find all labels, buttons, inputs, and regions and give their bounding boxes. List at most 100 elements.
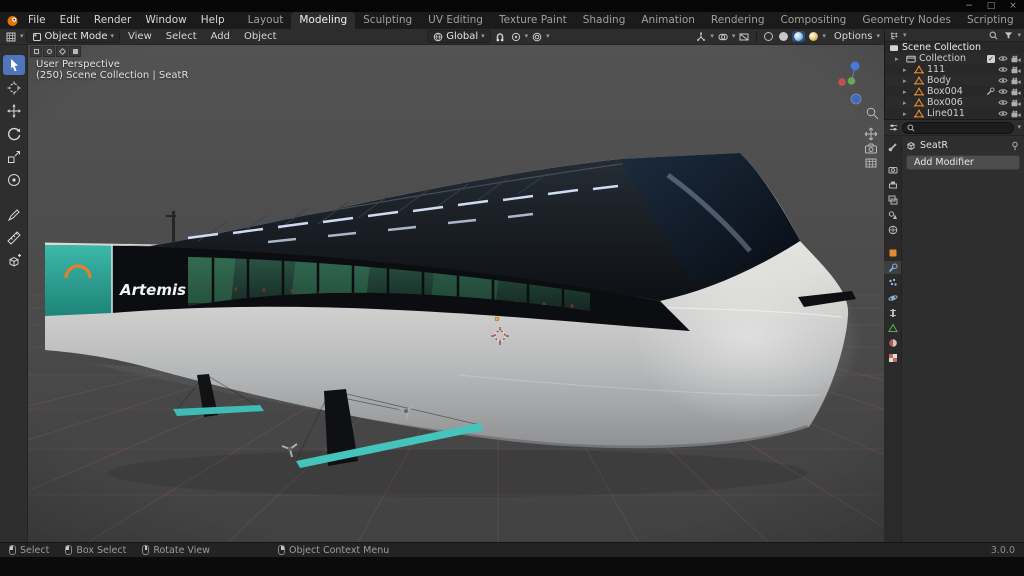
- tab-layout[interactable]: Layout: [240, 12, 292, 29]
- properties-search-field[interactable]: [902, 122, 1014, 134]
- tab-compositing[interactable]: Compositing: [773, 12, 855, 29]
- shading-wireframe-icon[interactable]: [762, 31, 775, 42]
- expand-arrow-icon[interactable]: ▸: [903, 88, 910, 96]
- tab-constraints-icon[interactable]: [884, 306, 901, 319]
- mode-dropdown[interactable]: Object Mode ▾: [26, 30, 121, 43]
- transform-orientation-dropdown[interactable]: Global ▾: [427, 30, 490, 43]
- menu-view[interactable]: View: [122, 31, 158, 42]
- menu-render[interactable]: Render: [87, 12, 138, 29]
- expand-arrow-icon[interactable]: ▸: [895, 55, 902, 63]
- tab-animation[interactable]: Animation: [633, 12, 703, 29]
- tab-tool-icon[interactable]: [884, 140, 901, 153]
- tool-rotate[interactable]: [3, 124, 25, 144]
- add-modifier-button[interactable]: Add Modifier: [906, 155, 1020, 170]
- tool-transform[interactable]: [3, 170, 25, 190]
- outliner-row-scene-collection[interactable]: Scene Collection: [885, 42, 1024, 53]
- outliner-row-object[interactable]: ▸ Box006: [885, 97, 1024, 108]
- outliner-editor-icon[interactable]: [888, 30, 900, 41]
- tab-physics-icon[interactable]: [884, 291, 901, 304]
- menu-edit[interactable]: Edit: [53, 12, 87, 29]
- tab-sculpting[interactable]: Sculpting: [355, 12, 420, 29]
- expand-arrow-icon[interactable]: ▸: [903, 77, 910, 85]
- tab-scripting[interactable]: Scripting: [959, 12, 1022, 29]
- tool-cursor[interactable]: [3, 78, 25, 98]
- tool-tweak-select[interactable]: [3, 55, 25, 75]
- shading-rendered-icon[interactable]: [807, 31, 820, 42]
- camera-visibility-icon[interactable]: [1011, 110, 1021, 118]
- outliner-row-collection[interactable]: ▸ Collection ✓: [885, 53, 1024, 64]
- outliner-row-object[interactable]: ▸ Box004: [885, 86, 1024, 97]
- viewport-canvas[interactable]: Artemis: [28, 45, 884, 542]
- tab-texture-paint[interactable]: Texture Paint: [491, 12, 575, 29]
- camera-visibility-icon[interactable]: [1011, 77, 1021, 85]
- expand-arrow-icon[interactable]: ▸: [903, 99, 910, 107]
- tab-world-icon[interactable]: [884, 223, 901, 236]
- hide-eye-icon[interactable]: [998, 77, 1008, 84]
- menu-window[interactable]: Window: [138, 12, 193, 29]
- outliner-row-object[interactable]: ▸ Line011: [885, 108, 1024, 119]
- hide-eye-icon[interactable]: [998, 110, 1008, 117]
- tool-move[interactable]: [3, 101, 25, 121]
- properties-editor-icon[interactable]: [887, 122, 899, 134]
- tab-geometry-nodes[interactable]: Geometry Nodes: [854, 12, 959, 29]
- tab-rendering[interactable]: Rendering: [703, 12, 773, 29]
- expand-arrow-icon[interactable]: ▸: [903, 110, 910, 118]
- tab-object-icon[interactable]: [884, 246, 901, 259]
- menu-object[interactable]: Object: [238, 31, 283, 42]
- tab-shading[interactable]: Shading: [575, 12, 634, 29]
- search-input[interactable]: [918, 123, 1009, 133]
- camera-visibility-icon[interactable]: [1011, 99, 1021, 107]
- camera-visibility-icon[interactable]: [1011, 55, 1021, 63]
- xray-toggle-icon[interactable]: [737, 30, 751, 43]
- tab-material-icon[interactable]: [884, 336, 901, 349]
- expand-arrow-icon[interactable]: ▸: [903, 66, 910, 74]
- tab-scene-icon[interactable]: [884, 208, 901, 221]
- outliner-filter-icon[interactable]: [1002, 30, 1014, 41]
- menu-file[interactable]: File: [21, 12, 53, 29]
- tab-output-icon[interactable]: [884, 178, 901, 191]
- hide-eye-icon[interactable]: [998, 99, 1008, 106]
- tab-particles-icon[interactable]: [884, 276, 901, 289]
- close-button[interactable]: ×: [1002, 0, 1024, 12]
- minimize-button[interactable]: −: [958, 0, 980, 12]
- viewport-3d[interactable]: Artemis: [28, 45, 884, 542]
- shading-material-preview-icon[interactable]: [792, 31, 805, 42]
- hide-eye-icon[interactable]: [998, 88, 1008, 95]
- outliner-search-icon[interactable]: [987, 30, 999, 41]
- shading-solid-icon[interactable]: [777, 31, 790, 42]
- tool-annotate[interactable]: [3, 205, 25, 225]
- tab-modeling[interactable]: Modeling: [291, 12, 355, 29]
- select-mode-toggle-1-icon[interactable]: [30, 46, 42, 57]
- select-mode-toggle-3-icon[interactable]: [56, 46, 68, 57]
- tab-object-data-icon[interactable]: [884, 321, 901, 334]
- editor-type-icon[interactable]: [4, 30, 18, 43]
- options-dropdown[interactable]: Options: [828, 31, 875, 42]
- menu-select[interactable]: Select: [160, 31, 203, 42]
- camera-visibility-icon[interactable]: [1011, 88, 1021, 96]
- proportional-editing-icon[interactable]: [530, 30, 544, 43]
- camera-visibility-icon[interactable]: [1011, 66, 1021, 74]
- blender-logo-icon[interactable]: [6, 15, 19, 27]
- tool-add-cube[interactable]: [3, 251, 25, 271]
- tool-scale[interactable]: [3, 147, 25, 167]
- outliner-row-object[interactable]: ▸ Body: [885, 75, 1024, 86]
- tab-modifiers-icon[interactable]: [884, 261, 901, 274]
- tab-texture-icon[interactable]: [884, 351, 901, 364]
- menu-add[interactable]: Add: [205, 31, 236, 42]
- hide-eye-icon[interactable]: [998, 66, 1008, 73]
- select-mode-toggle-2-icon[interactable]: [43, 46, 55, 57]
- show-overlays-icon[interactable]: [716, 30, 730, 43]
- maximize-button[interactable]: □: [980, 0, 1002, 12]
- tab-uv-editing[interactable]: UV Editing: [420, 12, 491, 29]
- tool-measure[interactable]: [3, 228, 25, 248]
- menu-help[interactable]: Help: [194, 12, 232, 29]
- snap-toggle-icon[interactable]: [493, 30, 507, 43]
- pin-icon[interactable]: [1010, 141, 1020, 151]
- collection-checkbox[interactable]: ✓: [987, 55, 995, 63]
- select-mode-toggle-4-icon[interactable]: [69, 46, 81, 57]
- tab-render-icon[interactable]: [884, 163, 901, 176]
- show-gizmo-icon[interactable]: [694, 30, 708, 43]
- snap-target-icon[interactable]: [509, 30, 523, 43]
- hide-eye-icon[interactable]: [998, 55, 1008, 62]
- outliner-row-object[interactable]: ▸ 111: [885, 64, 1024, 75]
